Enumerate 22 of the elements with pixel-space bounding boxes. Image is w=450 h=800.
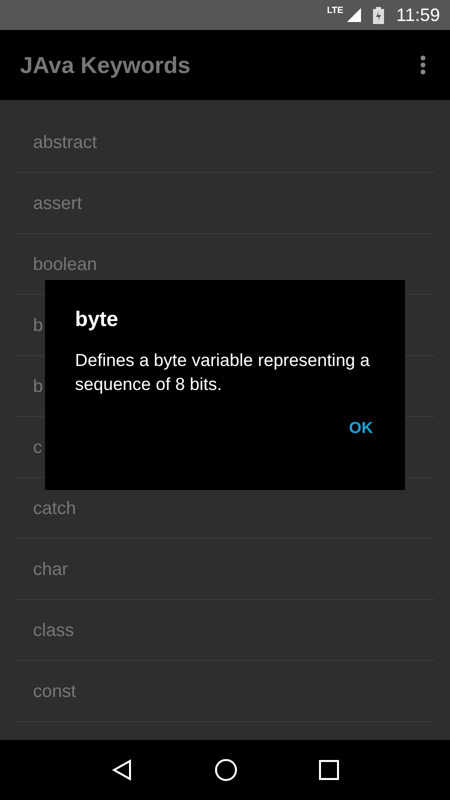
app-title: JAva Keywords [20,52,190,78]
keyword-item[interactable]: catch [33,498,76,518]
network-label: LTE [326,5,344,15]
keyword-item[interactable]: c [33,436,42,458]
keyword-item[interactable]: abstract [33,132,98,152]
battery-icon [373,6,384,24]
recents-icon[interactable] [319,760,340,780]
keyword-item[interactable]: assert [33,192,82,214]
home-icon[interactable] [214,758,238,782]
overflow-menu-icon[interactable] [420,55,426,75]
clock: 11:59 [396,4,440,26]
dialog-title: byte [75,308,120,332]
ok-button[interactable]: OK [343,414,379,444]
keyword-item[interactable]: boolean [33,254,98,274]
keyword-item[interactable]: b [33,314,44,336]
keyword-item[interactable]: class [33,620,74,640]
back-icon[interactable] [110,759,133,781]
signal-icon [347,8,362,22]
keyword-item[interactable]: const [33,680,76,702]
keyword-item[interactable]: b [33,376,44,396]
keyword-item[interactable]: char [33,558,68,580]
dialog-message: Defines a byte variable representing a sequence of 8 bits. [75,349,371,396]
